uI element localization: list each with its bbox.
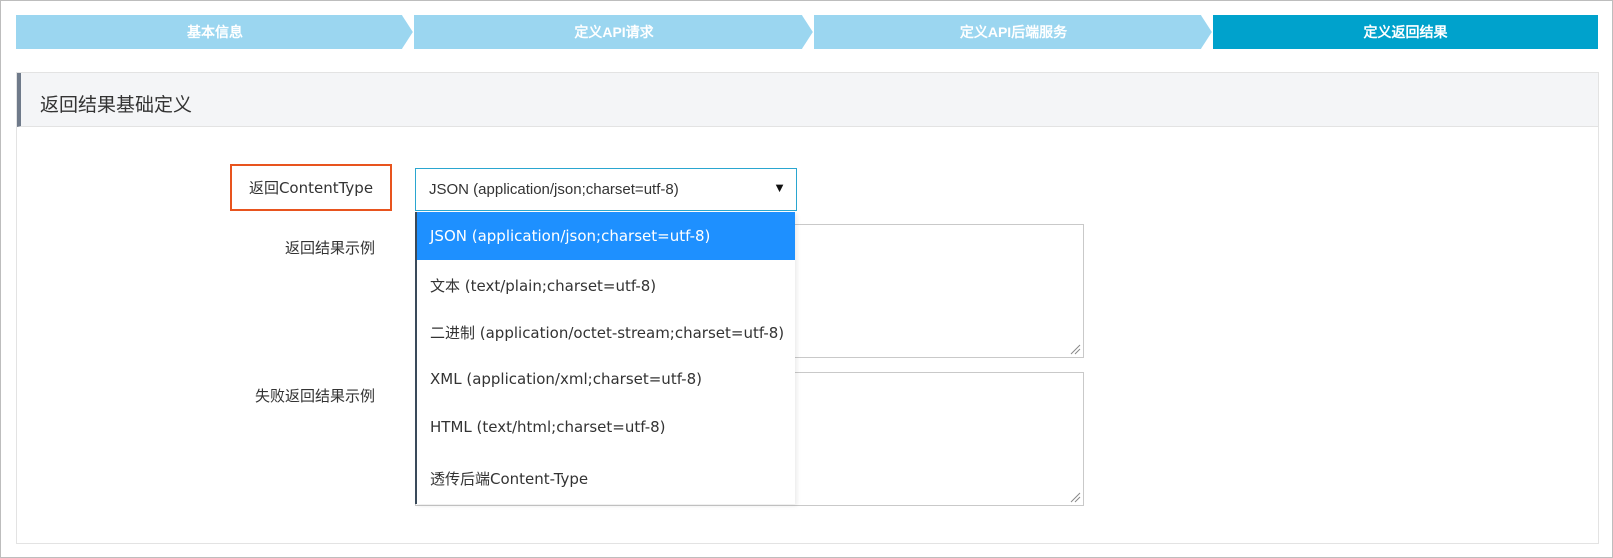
content-type-select[interactable]: JSON (application/json;charset=utf-8) ▼ (415, 168, 797, 211)
failure-example-label: 失败返回结果示例 (254, 387, 375, 405)
step-label: 定义API后端服务 (959, 24, 1068, 40)
caret-down-icon[interactable]: ▼ (773, 180, 786, 195)
content-type-label-text: 返回ContentType (248, 179, 374, 197)
panel-header: 返回结果基础定义 (17, 73, 1598, 127)
step-define-result[interactable]: 定义返回结果 (1213, 15, 1598, 49)
step-basic-info[interactable]: 基本信息 (16, 15, 414, 49)
resize-grip-icon[interactable] (1070, 492, 1081, 503)
content-type-dropdown-list: JSON (application/json;charset=utf-8) 文本… (415, 212, 795, 504)
dropdown-option-passthrough[interactable]: 透传后端Content-Type (417, 454, 795, 502)
step-define-api-backend[interactable]: 定义API后端服务 (814, 15, 1213, 49)
content-type-label: 返回ContentType (230, 164, 392, 211)
step-label: 基本信息 (187, 24, 243, 40)
dropdown-option-json[interactable]: JSON (application/json;charset=utf-8) (417, 212, 795, 260)
step-define-api-request[interactable]: 定义API请求 (414, 15, 814, 49)
resize-grip-icon[interactable] (1070, 344, 1081, 355)
result-example-label: 返回结果示例 (284, 239, 375, 257)
dropdown-option-text[interactable]: 文本 (text/plain;charset=utf-8) (417, 261, 795, 309)
step-progress-bar: 基本信息 定义API请求 定义API后端服务 定义返回结果 (16, 15, 1598, 49)
step-label: 定义返回结果 (1363, 24, 1448, 40)
content-type-select-value: JSON (application/json;charset=utf-8) (429, 181, 679, 198)
panel-title: 返回结果基础定义 (40, 94, 193, 116)
dropdown-option-binary[interactable]: 二进制 (application/octet-stream;charset=ut… (417, 308, 795, 356)
step-label: 定义API请求 (574, 24, 654, 40)
dropdown-option-xml[interactable]: XML (application/xml;charset=utf-8) (417, 355, 795, 403)
dropdown-option-html[interactable]: HTML (text/html;charset=utf-8) (417, 403, 795, 451)
